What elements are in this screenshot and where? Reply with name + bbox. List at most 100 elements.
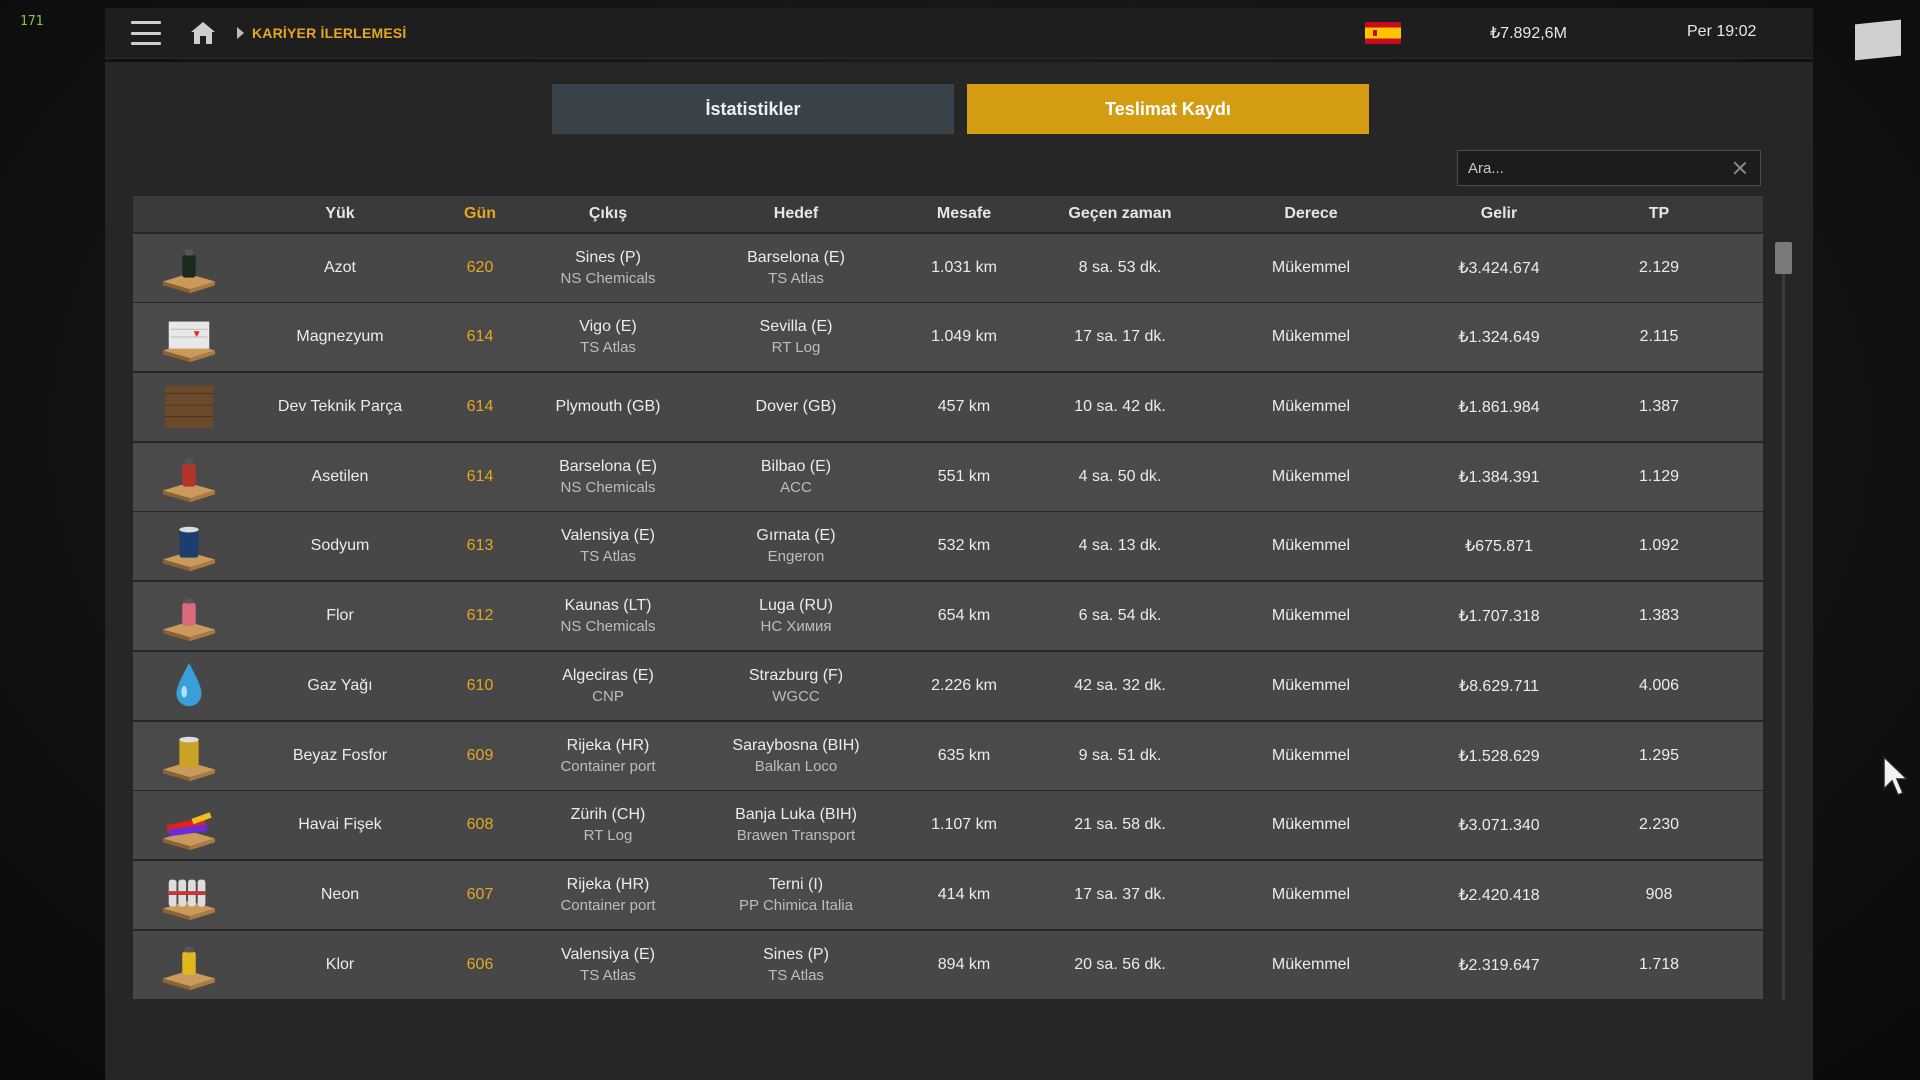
table-row[interactable]: Asetilen 614 Barselona (E) NS Chemicals Bilb… bbox=[133, 442, 1763, 511]
cargo-name: Azot bbox=[323, 258, 356, 276]
destination-city: Strazburg (F) bbox=[748, 666, 844, 684]
search-input[interactable] bbox=[1458, 158, 1732, 178]
day-value: 620 bbox=[466, 258, 494, 276]
destination-company: TS Atlas bbox=[768, 269, 824, 287]
origin-company: CNP bbox=[592, 687, 624, 705]
origin: Valensiya (E) TS Atlas bbox=[525, 946, 691, 984]
origin: Rijeka (HR) Container port bbox=[525, 876, 691, 914]
elapsed-time: 20 sa. 56 dk. bbox=[1074, 955, 1166, 973]
distance-value: 1.107 km bbox=[931, 816, 997, 834]
header-cargo[interactable]: Yük bbox=[245, 205, 435, 223]
grade-value: Mükemmel bbox=[1271, 398, 1351, 416]
cargo-icon-cell bbox=[133, 380, 245, 434]
distance-value: 2.226 km bbox=[931, 676, 997, 694]
income-value: ₺3.424.674 bbox=[1458, 259, 1540, 277]
destination-city: Terni (I) bbox=[768, 875, 824, 893]
destination-city: Gırnata (E) bbox=[756, 527, 836, 545]
oil-drop-icon bbox=[176, 662, 202, 707]
destination-city: Sines (P) bbox=[763, 945, 829, 963]
table-row[interactable]: Gaz Yağı 610 Algeciras (E) CNP Strazburg (F)… bbox=[133, 651, 1763, 720]
table-row[interactable]: Sodyum 613 Valensiya (E) TS Atlas Gırnata (E… bbox=[133, 512, 1763, 581]
table-header: Yük Gün Çıkış Hedef Mesafe Geçen zaman D… bbox=[133, 196, 1763, 232]
cargo-icon-cell bbox=[133, 310, 245, 364]
origin-city: Rijeka (HR) bbox=[566, 736, 650, 754]
destination: Dover (GB) bbox=[691, 398, 901, 416]
table-row[interactable]: Neon 607 Rijeka (HR) Container port Terni (I… bbox=[133, 860, 1763, 929]
pink-canister-pallet-icon bbox=[162, 597, 216, 642]
header-day[interactable]: Gün bbox=[435, 205, 525, 223]
income-value: ₺1.707.318 bbox=[1458, 608, 1540, 626]
destination-city: Barselona (E) bbox=[747, 248, 845, 266]
table-row[interactable]: Beyaz Fosfor 609 Rijeka (HR) Container port… bbox=[133, 721, 1763, 790]
scrollbar-thumb[interactable] bbox=[1775, 242, 1792, 274]
menu-icon[interactable] bbox=[131, 21, 161, 45]
table-row[interactable]: Magnezyum 614 Vigo (E) TS Atlas Sevilla (E) R… bbox=[133, 303, 1763, 372]
elapsed-time: 4 sa. 50 dk. bbox=[1078, 467, 1162, 485]
destination: Barselona (E) TS Atlas bbox=[691, 249, 901, 287]
header-to[interactable]: Hedef bbox=[691, 205, 901, 223]
origin-city: Zürih (CH) bbox=[570, 806, 646, 824]
header-distance[interactable]: Mesafe bbox=[901, 205, 1027, 223]
income-value: ₺1.384.391 bbox=[1458, 468, 1540, 486]
destination: Sines (P) TS Atlas bbox=[691, 946, 901, 984]
table-row[interactable]: Azot 620 Sines (P) NS Chemicals Barselona (E… bbox=[133, 233, 1763, 302]
clear-search-icon[interactable] bbox=[1732, 160, 1748, 176]
tab-delivery-log[interactable]: Teslimat Kaydı bbox=[967, 84, 1369, 134]
tp-value: 908 bbox=[1645, 885, 1673, 903]
home-icon[interactable] bbox=[189, 20, 217, 46]
destination: Luga (RU) НС Химия bbox=[691, 597, 901, 635]
cargo-icon-cell bbox=[133, 241, 245, 295]
destination-company: RT Log bbox=[771, 339, 821, 357]
origin-city: Plymouth (GB) bbox=[555, 398, 661, 416]
red-canister-pallet-icon bbox=[162, 458, 216, 502]
game-clock: Per 19:02 bbox=[1687, 23, 1757, 40]
destination: Banja Luka (BIH) Brawen Transport bbox=[691, 806, 901, 844]
destination-city: Saraybosna (BIH) bbox=[732, 736, 860, 754]
tab-statistics[interactable]: İstatistikler bbox=[552, 84, 954, 134]
breadcrumb[interactable]: KARİYER İLERLEMESİ bbox=[252, 25, 407, 41]
table-row[interactable]: Flor 612 Kaunas (LT) NS Chemicals Luga (RU) Н… bbox=[133, 582, 1763, 651]
cargo-name: Magnezyum bbox=[296, 328, 384, 346]
income-value: ₺1.324.649 bbox=[1458, 329, 1540, 347]
cargo-icon-cell bbox=[133, 938, 245, 992]
elapsed-time: 4 sa. 13 dk. bbox=[1078, 537, 1162, 555]
table-row[interactable]: Klor 606 Valensiya (E) TS Atlas Sines (P) TS … bbox=[133, 930, 1763, 999]
grade-value: Mükemmel bbox=[1271, 955, 1351, 973]
grade-value: Mükemmel bbox=[1271, 885, 1351, 903]
background-sign bbox=[1855, 19, 1901, 61]
cargo-icon-cell bbox=[133, 798, 245, 852]
header-income[interactable]: Gelir bbox=[1409, 205, 1589, 223]
destination-company: Balkan Loco bbox=[754, 757, 838, 775]
header-tp[interactable]: TP bbox=[1589, 205, 1729, 223]
origin-company: TS Atlas bbox=[580, 548, 636, 566]
distance-value: 654 km bbox=[937, 607, 991, 625]
header-grade[interactable]: Derece bbox=[1213, 205, 1409, 223]
destination: Bilbao (E) ACC bbox=[691, 458, 901, 496]
cargo-icon-cell bbox=[133, 450, 245, 504]
breadcrumb-arrow-icon bbox=[237, 27, 244, 39]
table-row[interactable]: Dev Teknik Parça 614 Plymouth (GB) Dover (G… bbox=[133, 373, 1763, 442]
origin: Algeciras (E) CNP bbox=[525, 667, 691, 705]
distance-value: 1.031 km bbox=[931, 258, 997, 276]
tp-value: 2.115 bbox=[1639, 328, 1679, 346]
distance-value: 414 km bbox=[937, 885, 991, 903]
tp-value: 2.129 bbox=[1638, 258, 1680, 276]
grade-value: Mükemmel bbox=[1271, 607, 1351, 625]
table-row[interactable]: Havai Fişek 608 Zürih (CH) RT Log Banja Luka… bbox=[133, 791, 1763, 860]
grade-value: Mükemmel bbox=[1271, 467, 1351, 485]
scrollbar-track[interactable] bbox=[1782, 244, 1785, 1000]
origin: Vigo (E) TS Atlas bbox=[525, 318, 691, 356]
header-time[interactable]: Geçen zaman bbox=[1027, 205, 1213, 223]
distance-value: 457 km bbox=[937, 398, 991, 416]
header-from[interactable]: Çıkış bbox=[525, 205, 691, 223]
origin-company: TS Atlas bbox=[580, 966, 636, 984]
distance-value: 532 km bbox=[937, 537, 991, 555]
tp-value: 1.387 bbox=[1638, 398, 1680, 416]
tp-value: 1.295 bbox=[1638, 746, 1680, 764]
income-value: ₺2.420.418 bbox=[1458, 886, 1540, 904]
origin-city: Rijeka (HR) bbox=[566, 875, 650, 893]
destination: Sevilla (E) RT Log bbox=[691, 318, 901, 356]
distance-value: 894 km bbox=[937, 955, 991, 973]
origin-company: NS Chemicals bbox=[560, 478, 656, 496]
money-balance: ₺7.892,6M bbox=[1490, 25, 1567, 42]
